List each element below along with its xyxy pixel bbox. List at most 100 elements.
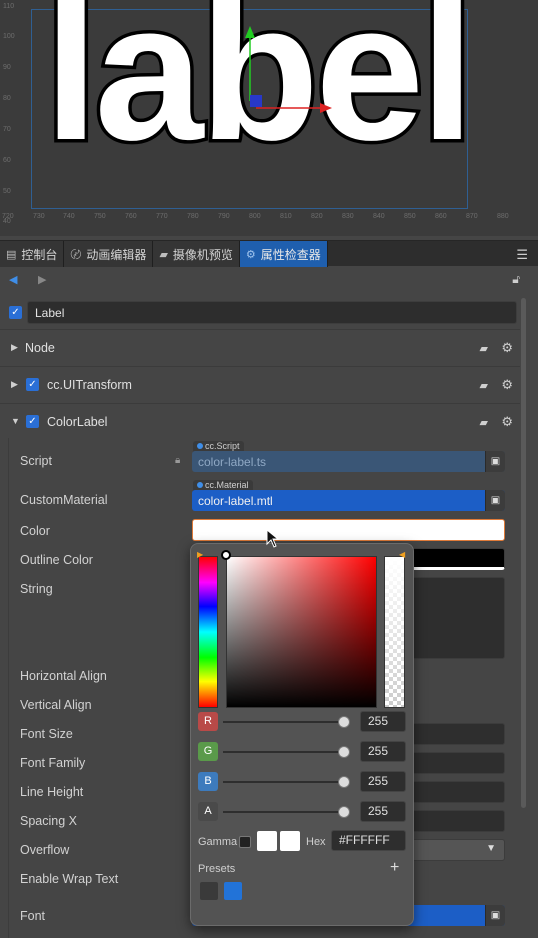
- component-node[interactable]: ▶ Node ▰ ⚙: [0, 329, 520, 365]
- tab-animation-editor[interactable]: 〄动画编辑器: [64, 241, 154, 267]
- channel-b-track[interactable]: [223, 781, 343, 783]
- script-asset-name: color-label.ts: [198, 455, 267, 469]
- channel-a-input[interactable]: 255: [360, 801, 406, 822]
- prop-label-spacing-x: Spacing X: [20, 814, 77, 828]
- material-asset-field[interactable]: color-label.mtl ▣: [192, 490, 505, 511]
- add-preset-icon[interactable]: +: [390, 859, 399, 877]
- menu-icon[interactable]: ☰: [516, 247, 528, 263]
- expand-icon[interactable]: ▶: [11, 342, 18, 353]
- channel-b-knob[interactable]: [338, 776, 350, 788]
- prop-label-horizontal-align: Horizontal Align: [20, 669, 107, 683]
- alpha-slider[interactable]: [384, 556, 405, 708]
- ruler-tick: 850: [404, 213, 416, 220]
- color-cursor-icon[interactable]: [221, 550, 231, 560]
- ruler-tick: 90: [3, 64, 11, 71]
- hex-input[interactable]: #FFFFFF: [331, 830, 406, 851]
- gamma-checkbox[interactable]: [239, 836, 251, 848]
- asset-dot-icon: [197, 443, 203, 449]
- component-title: Node: [25, 341, 55, 355]
- tab-console[interactable]: ▤ 控制台: [0, 241, 65, 267]
- component-enabled-checkbox[interactable]: ✓: [26, 378, 39, 391]
- node-name-input[interactable]: Label: [27, 301, 517, 324]
- prop-label-outline-color: Outline Color: [20, 553, 93, 567]
- ruler-tick: 780: [187, 213, 199, 220]
- ruler-tick: 820: [311, 213, 323, 220]
- asset-picker-icon[interactable]: ▣: [485, 490, 505, 511]
- prop-label-font-family: Font Family: [20, 756, 86, 770]
- prop-label-vertical-align: Vertical Align: [20, 698, 92, 712]
- ruler-tick: 720: [2, 213, 14, 220]
- ruler-tick: 740: [63, 213, 75, 220]
- channel-r-knob[interactable]: [338, 716, 350, 728]
- component-colorlabel[interactable]: ▼ ✓ ColorLabel ▰ ⚙: [0, 403, 520, 439]
- ruler-tick: 830: [342, 213, 354, 220]
- component-title: ColorLabel: [47, 415, 108, 429]
- channel-r-input[interactable]: 255: [360, 711, 406, 732]
- ruler-tick: 70: [3, 126, 11, 133]
- ruler-tick: 800: [249, 213, 261, 220]
- panel-tabs: ▤ 控制台 〄动画编辑器 ▰ 摄像机预览 ⚙ 属性检查器 ☰: [0, 240, 538, 267]
- channel-g-track[interactable]: [223, 751, 343, 753]
- saturation-value-area[interactable]: [226, 556, 377, 708]
- gamma-label: Gamma: [198, 836, 238, 848]
- channel-a-track[interactable]: [223, 811, 343, 813]
- horizontal-ruler: 720 730 740 750 760 770 780 790 800 810 …: [0, 210, 538, 224]
- gear-icon[interactable]: ⚙: [501, 340, 513, 356]
- color-field[interactable]: [192, 519, 505, 541]
- node-active-checkbox[interactable]: ✓: [9, 306, 22, 319]
- collapse-icon[interactable]: ▼: [11, 416, 20, 426]
- scene-view[interactable]: 110 100 90 80 70 60 50 40 720 730 740 75…: [0, 0, 538, 236]
- hex-label: Hex: [306, 836, 326, 848]
- forward-arrow-icon[interactable]: ▶: [38, 273, 46, 286]
- label-node-bounds[interactable]: label: [31, 0, 478, 209]
- ruler-tick: 100: [3, 33, 15, 40]
- unlock-icon[interactable]: 🔓︎: [512, 272, 520, 287]
- back-arrow-icon[interactable]: ◀: [9, 273, 17, 286]
- alpha-marker-icon[interactable]: ◀: [399, 550, 405, 559]
- vertical-ruler: 110 100 90 80 70 60 50 40: [0, 0, 22, 225]
- help-book-icon[interactable]: ▰: [480, 379, 488, 392]
- ruler-tick: 810: [280, 213, 292, 220]
- script-asset-field[interactable]: color-label.ts ▣: [192, 451, 505, 472]
- gear-icon[interactable]: ⚙: [501, 377, 513, 393]
- component-uitransform[interactable]: ▶ ✓ cc.UITransform ▰ ⚙: [0, 366, 520, 402]
- gear-icon[interactable]: ⚙: [501, 414, 513, 430]
- channel-g-badge: G: [198, 742, 218, 761]
- tab-camera-preview[interactable]: ▰ 摄像机预览: [153, 241, 240, 267]
- preset-swatch[interactable]: [200, 882, 218, 900]
- camera-icon: ▰: [159, 248, 168, 261]
- channel-r-track[interactable]: [223, 721, 343, 723]
- channel-g-knob[interactable]: [338, 746, 350, 758]
- prop-label-font-size: Font Size: [20, 727, 73, 741]
- prop-label-string: String: [20, 582, 53, 596]
- channel-b-input[interactable]: 255: [360, 771, 406, 792]
- asset-picker-icon[interactable]: ▣: [485, 905, 505, 926]
- help-book-icon[interactable]: ▰: [480, 342, 488, 355]
- inspector-nav: ◀ ▶ 🔓︎: [0, 268, 538, 292]
- scrollbar[interactable]: [521, 298, 526, 808]
- label-text: label: [41, 0, 479, 181]
- hue-slider[interactable]: [198, 556, 218, 708]
- channel-b-badge: B: [198, 772, 218, 791]
- tab-inspector[interactable]: ⚙ 属性检查器: [239, 241, 328, 267]
- prop-label-custom-material: CustomMaterial: [20, 493, 108, 507]
- prop-label-enable-wrap-text: Enable Wrap Text: [20, 872, 119, 886]
- channel-a-knob[interactable]: [338, 806, 350, 818]
- mouse-cursor-icon: [266, 529, 280, 548]
- ruler-tick: 750: [94, 213, 106, 220]
- help-book-icon[interactable]: ▰: [480, 416, 488, 429]
- console-icon: ▤: [6, 248, 17, 261]
- ruler-tick: 880: [497, 213, 509, 220]
- ruler-tick: 790: [218, 213, 230, 220]
- ruler-tick: 770: [156, 213, 168, 220]
- asset-dot-icon: [197, 482, 203, 488]
- expand-icon[interactable]: ▶: [11, 379, 18, 390]
- old-color-swatch: [257, 831, 277, 851]
- hue-marker-icon[interactable]: ▶: [197, 550, 203, 559]
- component-enabled-checkbox[interactable]: ✓: [26, 415, 39, 428]
- preset-swatch[interactable]: [224, 882, 242, 900]
- channel-g-input[interactable]: 255: [360, 741, 406, 762]
- material-asset-name: color-label.mtl: [198, 494, 273, 508]
- color-picker-popup[interactable]: ▶ ◀ R 255 G 255 B 255 A 255 Gamma Hex #F…: [190, 543, 414, 926]
- asset-picker-icon[interactable]: ▣: [485, 451, 505, 472]
